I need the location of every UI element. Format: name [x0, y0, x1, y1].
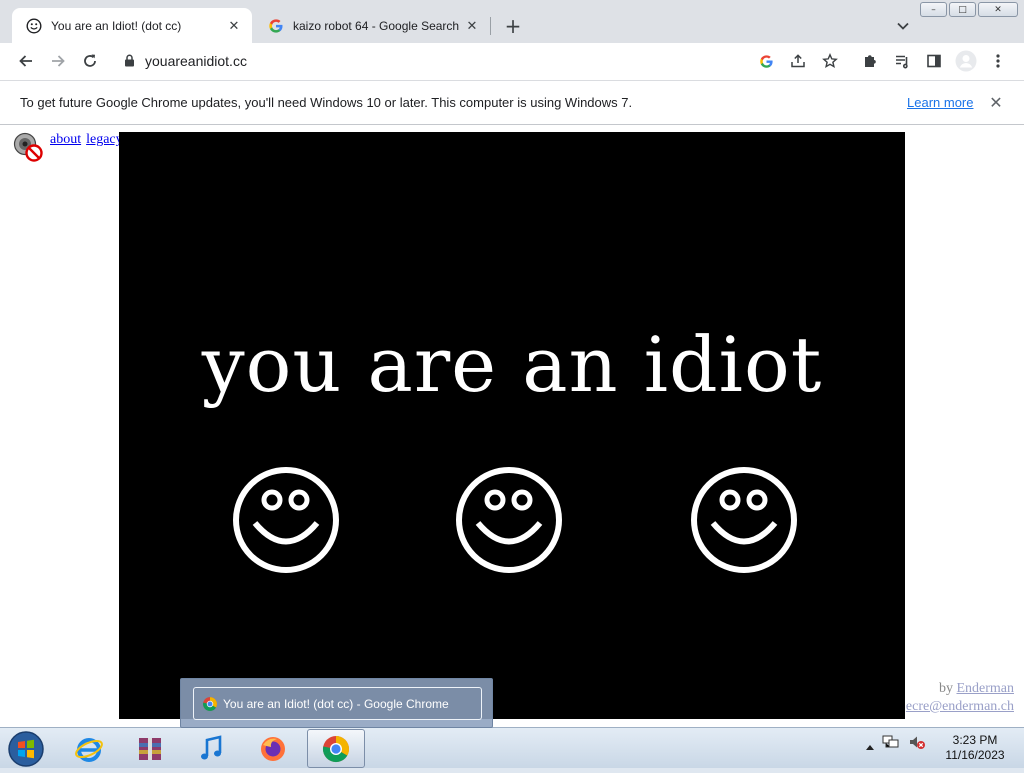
taskbar-thumbnail-popup: You are an Idiot! (dot cc) - Google Chro…: [180, 678, 493, 728]
about-link[interactable]: about: [50, 132, 81, 147]
thumbnail-title: You are an Idiot! (dot cc) - Google Chro…: [223, 696, 449, 711]
tab-active[interactable]: You are an Idiot! (dot cc) ✕: [12, 8, 252, 43]
tab-title: kaizo robot 64 - Google Search: [293, 18, 460, 33]
author-link[interactable]: Enderman: [956, 681, 1014, 696]
address-bar[interactable]: youareanidiot.cc: [110, 48, 850, 74]
legacy-link[interactable]: legacy: [86, 132, 123, 147]
reload-icon[interactable]: [78, 49, 102, 73]
tab-close-icon[interactable]: ✕: [224, 16, 244, 36]
smiley-favicon-icon: [26, 17, 42, 34]
browser-window: You are an Idiot! (dot cc) ✕ kaizo robot…: [0, 0, 1024, 727]
tab-separator: [490, 17, 491, 35]
toolbar: youareanidiot.cc: [0, 43, 1024, 79]
headline: you are an idiot: [201, 320, 823, 409]
clock[interactable]: 3:23 PM 11/16/2023: [940, 733, 1010, 763]
kebab-menu-icon[interactable]: [986, 49, 1010, 73]
lock-icon: [124, 52, 135, 71]
chrome-icon: [322, 735, 350, 762]
network-icon[interactable]: [882, 734, 900, 754]
idiot-video[interactable]: you are an idiot: [119, 132, 905, 719]
close-button[interactable]: ✕: [978, 2, 1018, 17]
learn-more-link[interactable]: Learn more: [907, 95, 973, 110]
extensions-puzzle-icon[interactable]: [858, 49, 882, 73]
infobar-message: To get future Google Chrome updates, you…: [20, 95, 633, 110]
credit-block: by Enderman ecre@enderman.ch: [906, 680, 1014, 716]
back-arrow-icon[interactable]: [14, 49, 38, 73]
maximize-button[interactable]: □: [949, 2, 976, 17]
tab-title: You are an Idiot! (dot cc): [51, 18, 182, 33]
smiley-face-icon: [691, 467, 797, 573]
chrome-icon: [203, 696, 217, 711]
chevron-down-icon[interactable]: [893, 16, 913, 36]
system-tray: [866, 734, 926, 754]
show-hidden-icons-icon[interactable]: [866, 735, 874, 754]
page-content: aboutlegacycode you are an idiot by Ende…: [0, 126, 1024, 727]
share-icon[interactable]: [786, 49, 810, 73]
thumbnail-window-item[interactable]: You are an Idiot! (dot cc) - Google Chro…: [193, 687, 482, 720]
no-sound-icon[interactable]: [12, 132, 44, 162]
taskbar: 3:23 PM 11/16/2023: [0, 727, 1024, 768]
side-panel-icon[interactable]: [922, 49, 946, 73]
windows-start-orb-icon[interactable]: [6, 729, 46, 769]
winrar-archive-icon[interactable]: [121, 729, 179, 768]
minimize-button[interactable]: –: [920, 2, 947, 17]
tab-close-icon[interactable]: ✕: [462, 16, 482, 36]
media-queue-icon[interactable]: [890, 49, 914, 73]
url-text: youareanidiot.cc: [145, 53, 247, 69]
music-note-icon[interactable]: [182, 729, 240, 768]
smiley-face-icon: [456, 467, 562, 573]
smiley-face-icon: [233, 467, 339, 573]
clock-time: 3:23 PM: [952, 733, 998, 747]
forward-arrow-icon[interactable]: [46, 49, 70, 73]
clock-date: 11/16/2023: [945, 748, 1005, 762]
star-bookmark-icon[interactable]: [818, 49, 842, 73]
google-lens-icon[interactable]: [754, 49, 778, 73]
close-icon[interactable]: ✕: [988, 95, 1004, 112]
profile-avatar-icon[interactable]: [954, 49, 978, 73]
google-favicon-icon: [268, 18, 284, 34]
speaker-muted-icon[interactable]: [908, 734, 926, 754]
window-controls: – □ ✕: [920, 2, 1018, 17]
firefox-icon[interactable]: [244, 729, 302, 768]
new-tab-button[interactable]: +: [500, 13, 526, 39]
email-link[interactable]: ecre@enderman.ch: [906, 699, 1014, 714]
internet-explorer-icon[interactable]: [60, 729, 118, 768]
tab-strip: You are an Idiot! (dot cc) ✕ kaizo robot…: [0, 0, 1024, 43]
credit-by: by: [938, 681, 953, 696]
update-infobar: To get future Google Chrome updates, you…: [0, 80, 1024, 125]
tab-inactive[interactable]: kaizo robot 64 - Google Search ✕: [254, 8, 490, 43]
chrome-taskbar-button[interactable]: [307, 729, 365, 768]
